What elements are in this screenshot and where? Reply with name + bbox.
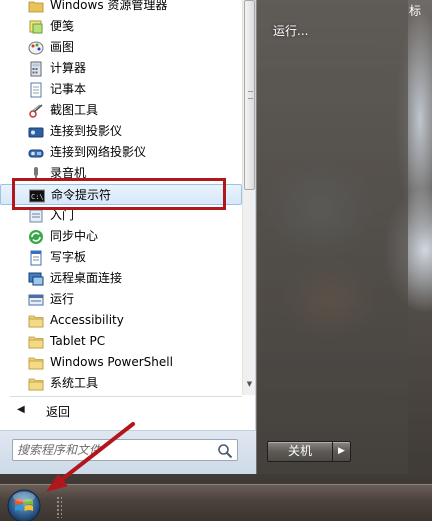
program-item[interactable]: 入门 (0, 205, 242, 226)
program-item-label: Accessibility (50, 313, 124, 327)
program-item[interactable]: 记事本 (0, 79, 242, 100)
cmd-icon: C:\ (29, 188, 45, 204)
shutdown-options-arrow[interactable]: ▶ (333, 441, 351, 462)
program-list: Windows 资源管理器 便笺画图计算器记事本截图工具连接到投影仪连接到网络投影… (0, 0, 242, 395)
shutdown-button[interactable]: 关机 (267, 441, 333, 462)
projector-icon (28, 124, 44, 140)
taskbar (0, 484, 432, 521)
program-item[interactable]: 录音机 (0, 163, 242, 184)
program-item[interactable]: C:\ 命令提示符 (0, 184, 242, 205)
program-item[interactable]: 系统工具 (0, 373, 242, 394)
program-item[interactable]: 远程桌面连接 (0, 268, 242, 289)
program-item-label: 画图 (50, 40, 75, 54)
network-projector-icon (28, 145, 44, 161)
desktop-label-fragment: 标 (409, 4, 422, 18)
folder-icon (28, 355, 44, 371)
program-item[interactable]: 运行 (0, 289, 242, 310)
run-link[interactable]: 运行... (273, 22, 308, 39)
program-item[interactable]: 画图 (0, 37, 242, 58)
program-item[interactable]: Tablet PC (0, 331, 242, 352)
search-box[interactable] (12, 439, 238, 461)
program-item-label: 计算器 (50, 61, 87, 75)
notepad-icon (28, 82, 44, 98)
program-item-label: 写字板 (50, 250, 87, 264)
program-item[interactable]: 同步中心 (0, 226, 242, 247)
program-item[interactable]: 截图工具 (0, 100, 242, 121)
sync-center-icon (28, 229, 44, 245)
search-icon[interactable] (217, 443, 233, 459)
program-item[interactable]: Accessibility (0, 310, 242, 331)
sticky-notes-icon (28, 19, 44, 35)
program-item-label: Windows 资源管理器 (50, 0, 168, 12)
folder-icon (28, 376, 44, 392)
folder-explorer-icon (28, 0, 44, 14)
folder-icon (28, 313, 44, 329)
wordpad-icon (28, 250, 44, 266)
program-item[interactable]: 计算器 (0, 58, 242, 79)
back-button[interactable]: ◀ 返回 (0, 400, 242, 422)
program-item[interactable]: Windows 资源管理器 (0, 0, 242, 16)
back-arrow-icon: ◀ (17, 404, 25, 415)
paint-icon (28, 40, 44, 56)
remote-desktop-icon (28, 271, 44, 287)
program-item-label: Tablet PC (50, 334, 106, 348)
divider (10, 396, 242, 397)
calculator-icon (28, 61, 44, 77)
program-item[interactable]: 便笺 (0, 16, 242, 37)
program-item-label: 运行 (50, 292, 75, 306)
snipping-tool-icon (28, 103, 44, 119)
program-item-label: 连接到网络投影仪 (50, 145, 147, 159)
program-item[interactable]: 连接到网络投影仪 (0, 142, 242, 163)
program-item-label: 连接到投影仪 (50, 124, 123, 138)
program-item-label: 远程桌面连接 (50, 271, 123, 285)
folder-icon (28, 334, 44, 350)
start-menu-right-pane: 运行... 关机 ▶ (256, 0, 408, 474)
program-item[interactable]: Windows PowerShell (0, 352, 242, 373)
program-item-label: 系统工具 (50, 376, 99, 390)
windows-start-orb-icon[interactable] (4, 487, 44, 521)
search-input[interactable] (17, 442, 207, 458)
svg-text:C:\: C:\ (31, 193, 44, 201)
program-item-label: 记事本 (50, 82, 87, 96)
program-item-label: Windows PowerShell (50, 355, 173, 369)
start-menu-left-pane: Windows 资源管理器 便笺画图计算器记事本截图工具连接到投影仪连接到网络投影… (0, 0, 256, 474)
microphone-icon (28, 166, 44, 182)
scrollbar-grip (248, 91, 253, 99)
program-item[interactable]: 连接到投影仪 (0, 121, 242, 142)
scrollbar-thumb[interactable] (244, 0, 255, 190)
program-item-label: 同步中心 (50, 229, 99, 243)
program-item-label: 便笺 (50, 19, 75, 33)
search-area (0, 430, 256, 474)
taskbar-grip[interactable] (56, 496, 62, 518)
program-item[interactable]: 写字板 (0, 247, 242, 268)
program-item-label: 入门 (50, 208, 75, 222)
program-item-label: 截图工具 (50, 103, 99, 117)
getting-started-icon (28, 208, 44, 224)
shutdown-group: 关机 ▶ (267, 441, 351, 462)
back-label: 返回 (46, 405, 71, 419)
program-list-scrollbar[interactable]: ▼ (242, 0, 255, 395)
scroll-down-arrow-icon[interactable]: ▼ (245, 380, 254, 390)
program-item-label: 录音机 (50, 166, 87, 180)
program-item-label: 命令提示符 (51, 188, 112, 202)
run-icon (28, 292, 44, 308)
